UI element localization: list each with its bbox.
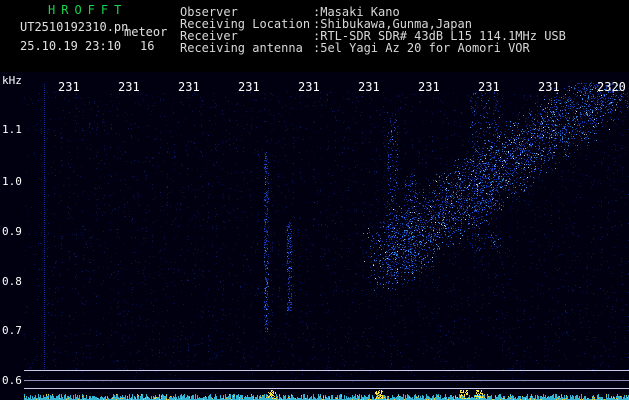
baseline-marker [24, 388, 629, 389]
file-name: UT2510192310.pn [20, 20, 129, 34]
header-panel: HROFFT UT2510192310.pn meteor 25.10.19 2… [0, 0, 629, 72]
x-tick-label: 231 [118, 80, 140, 94]
x-tick-label: 231 [298, 80, 320, 94]
antenna-value: :5el Yagi Az 20 for Aomori VOR [313, 41, 530, 55]
y-tick-label: 1.0 [2, 175, 22, 188]
x-tick-label: 231 [58, 80, 80, 94]
y-unit-label: kHz [2, 74, 22, 87]
spectrogram-svg [24, 82, 629, 400]
file-suffix: meteor [124, 25, 168, 39]
y-tick-label: 0.6 [2, 374, 22, 387]
baseline-marker [24, 370, 629, 371]
antenna-label: Receiving antenna [180, 41, 303, 55]
signal-texture [24, 82, 629, 400]
y-tick-label: 0.9 [2, 225, 22, 238]
x-tick-label: 231 [538, 80, 560, 94]
x-tick-label: 231 [478, 80, 500, 94]
y-tick-label: 0.7 [2, 324, 22, 337]
x-tick-label: 231 [178, 80, 200, 94]
app-title: HROFFT [48, 3, 128, 17]
y-tick-label: 1.1 [2, 123, 22, 136]
spectrogram-plot: kHz 1.1 1.0 0.9 0.8 0.7 0.6 231 231 231 … [0, 72, 629, 400]
datetime: 25.10.19 23:10 [20, 39, 122, 53]
x-tick-label: 231 [418, 80, 440, 94]
x-tick-label: 231 [358, 80, 380, 94]
y-tick-label: 0.8 [2, 275, 22, 288]
x-tick-label: 231 [238, 80, 260, 94]
baseline-marker [24, 380, 629, 381]
x-tick-label: 2320 [597, 80, 626, 94]
channel: 16 [140, 39, 155, 53]
